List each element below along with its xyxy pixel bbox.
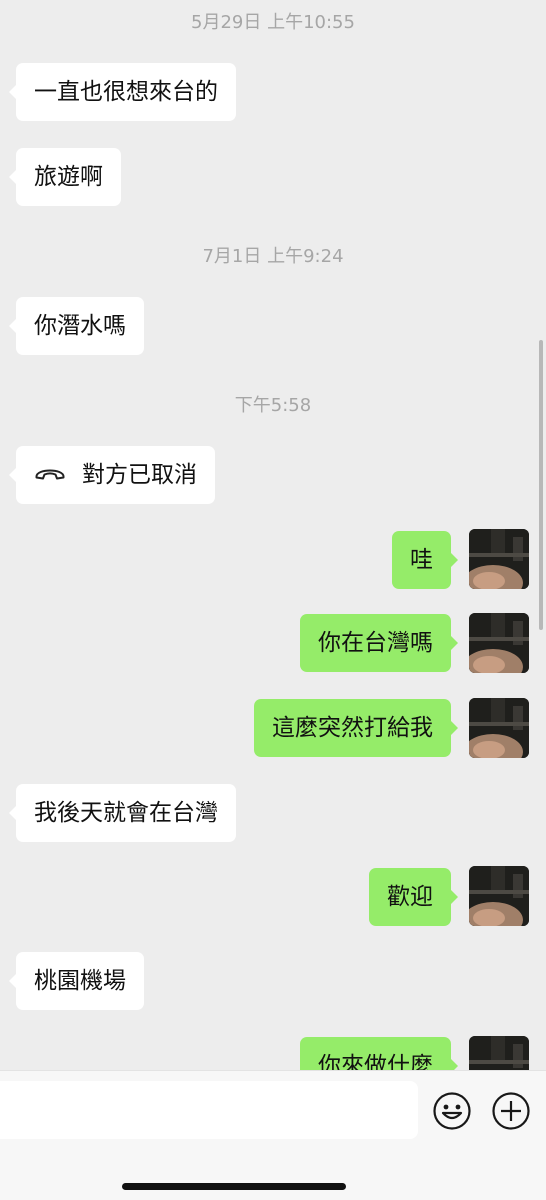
avatar[interactable] bbox=[469, 866, 529, 926]
incoming-message[interactable]: 你潛水嗎 bbox=[9, 297, 144, 355]
scrollbar-thumb[interactable] bbox=[539, 340, 543, 630]
emoji-icon[interactable] bbox=[432, 1091, 472, 1131]
plus-icon[interactable] bbox=[491, 1091, 531, 1131]
incoming-message[interactable]: 桃園機場 bbox=[9, 952, 144, 1010]
chat-area[interactable]: 5月29日 上午10:55 一直也很想來台的 旅遊啊 7月1日 上午9:24 你… bbox=[0, 0, 546, 1070]
outgoing-message[interactable]: 這麼突然打給我 bbox=[254, 699, 458, 757]
avatar[interactable] bbox=[469, 613, 529, 673]
timestamp: 7月1日 上午9:24 bbox=[202, 246, 344, 267]
avatar[interactable] bbox=[469, 698, 529, 758]
avatar[interactable] bbox=[469, 1036, 529, 1070]
outgoing-message[interactable]: 哇 bbox=[392, 531, 458, 589]
outgoing-message[interactable]: 你在台灣嗎 bbox=[300, 614, 458, 672]
incoming-message[interactable]: 我後天就會在台灣 bbox=[9, 784, 236, 842]
message-input[interactable] bbox=[0, 1081, 418, 1139]
outgoing-message[interactable]: 歡迎 bbox=[369, 868, 458, 926]
home-indicator bbox=[122, 1183, 346, 1190]
phone-hangup-icon bbox=[34, 445, 66, 503]
input-bar bbox=[0, 1070, 546, 1200]
call-status-text: 對方已取消 bbox=[82, 462, 197, 488]
avatar[interactable] bbox=[469, 529, 529, 589]
incoming-message[interactable]: 旅遊啊 bbox=[9, 148, 121, 206]
incoming-message[interactable]: 一直也很想來台的 bbox=[9, 63, 236, 121]
timestamp: 下午5:58 bbox=[234, 395, 312, 416]
outgoing-message[interactable]: 你來做什麼 bbox=[300, 1037, 458, 1070]
timestamp: 5月29日 上午10:55 bbox=[191, 12, 355, 33]
call-cancelled-message[interactable]: 對方已取消 bbox=[9, 445, 215, 504]
